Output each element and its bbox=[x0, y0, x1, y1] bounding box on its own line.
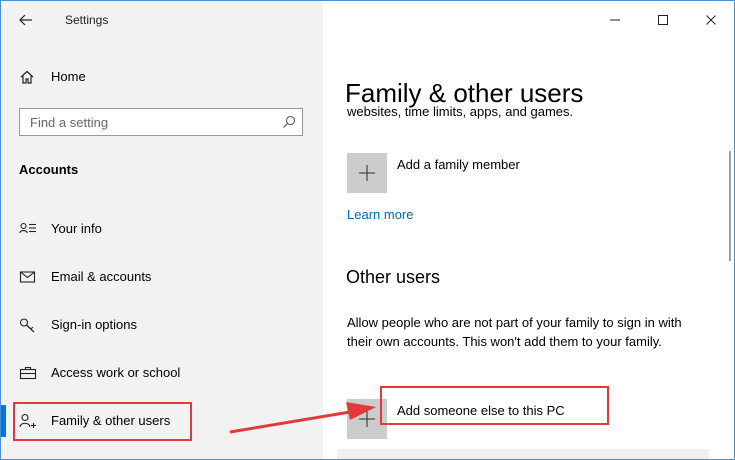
sidebar-item-label: Your info bbox=[51, 221, 102, 236]
add-family-member-tile[interactable] bbox=[347, 153, 387, 193]
back-button[interactable] bbox=[12, 7, 40, 33]
search-input[interactable] bbox=[20, 109, 280, 135]
other-users-description: Allow people who are not part of your fa… bbox=[347, 315, 682, 349]
person-card-icon bbox=[19, 222, 36, 234]
sidebar-item-sign-in-options[interactable]: Sign-in options bbox=[1, 305, 323, 345]
add-family-member-button[interactable]: Add a family member bbox=[397, 157, 520, 172]
home-icon bbox=[20, 70, 34, 84]
sidebar-home-label: Home bbox=[51, 69, 86, 84]
learn-more-link[interactable]: Learn more bbox=[347, 207, 413, 222]
key-icon bbox=[19, 318, 35, 333]
sidebar-item-label: Email & accounts bbox=[51, 269, 152, 284]
search-icon[interactable] bbox=[282, 115, 296, 129]
next-tile-strip bbox=[337, 449, 709, 459]
plus-icon bbox=[359, 165, 375, 181]
sidebar-item-email-accounts[interactable]: Email & accounts bbox=[1, 257, 323, 297]
search-box bbox=[19, 108, 303, 136]
back-arrow-icon bbox=[19, 14, 32, 26]
scrollbar-thumb[interactable] bbox=[729, 151, 731, 261]
sidebar-item-access-work-school[interactable]: Access work or school bbox=[1, 353, 323, 393]
sidebar-home[interactable]: Home bbox=[1, 63, 323, 91]
highlight-box-sidebar bbox=[13, 402, 192, 441]
active-indicator bbox=[1, 405, 6, 437]
highlight-box-add-someone bbox=[380, 386, 609, 425]
app-title: Settings bbox=[65, 13, 109, 27]
briefcase-icon bbox=[19, 366, 37, 380]
other-users-heading: Other users bbox=[346, 267, 441, 287]
section-heading-accounts: Accounts bbox=[19, 162, 79, 177]
settings-window: Home Accounts Your info bbox=[0, 0, 735, 460]
mail-icon bbox=[19, 271, 36, 283]
sidebar-item-your-info[interactable]: Your info bbox=[1, 209, 323, 249]
page-title: Family & other users bbox=[345, 78, 584, 109]
plus-icon bbox=[359, 411, 375, 427]
sidebar-item-label: Sign-in options bbox=[51, 317, 137, 332]
sidebar: Home Accounts Your info bbox=[1, 1, 323, 459]
sidebar-item-label: Access work or school bbox=[51, 365, 181, 380]
